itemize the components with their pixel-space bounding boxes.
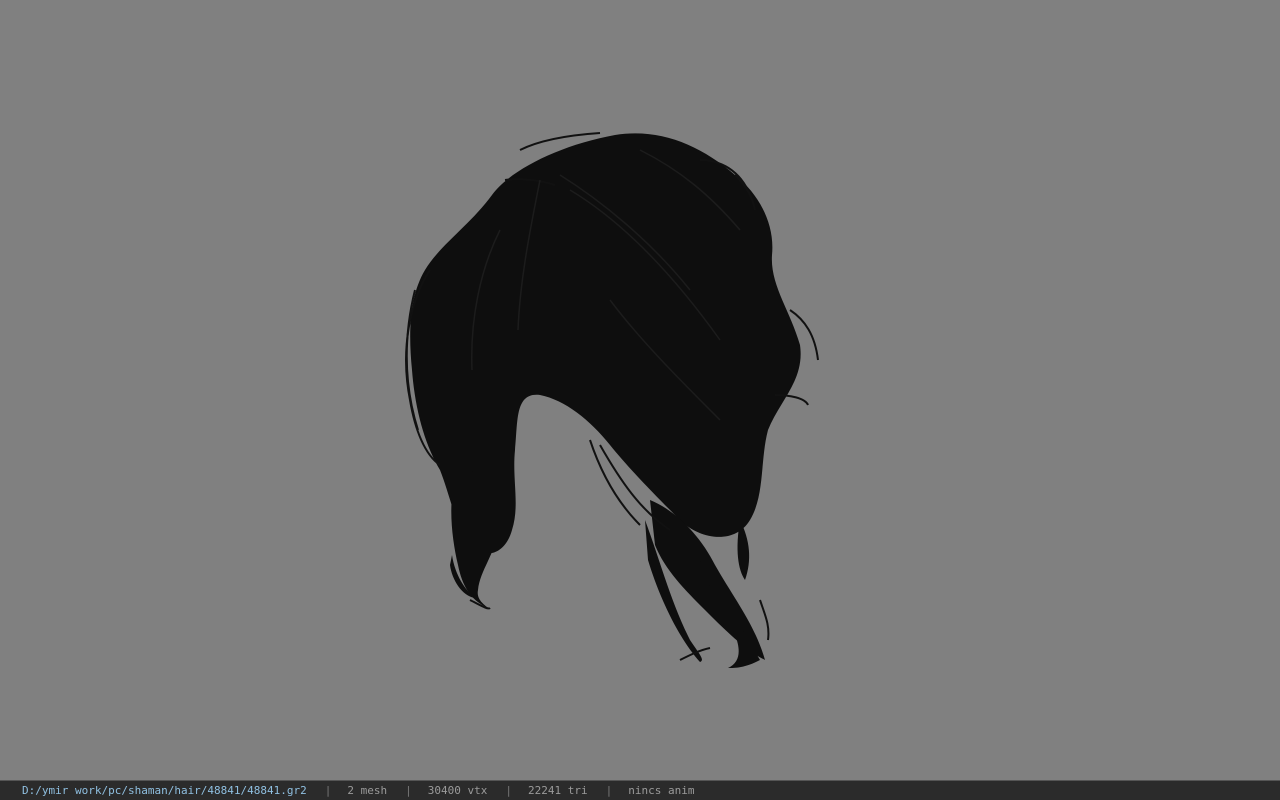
animation-status: nincs anim xyxy=(628,784,695,797)
separator: | xyxy=(505,784,513,797)
separator: | xyxy=(605,784,613,797)
hair-lock-left xyxy=(451,470,501,608)
mesh-count: 2 mesh xyxy=(347,784,388,797)
triangle-count: 22241 tri xyxy=(528,784,588,797)
separator: | xyxy=(324,784,332,797)
3d-viewport[interactable] xyxy=(0,0,1280,780)
hair-model xyxy=(405,132,819,668)
status-bar: D:/ymir work/pc/shaman/hair/48841/48841.… xyxy=(0,780,1280,800)
vertex-count: 30400 vtx xyxy=(427,784,488,797)
separator: | xyxy=(405,784,412,797)
file-path: D:/ymir work/pc/shaman/hair/48841/48841.… xyxy=(22,784,307,797)
